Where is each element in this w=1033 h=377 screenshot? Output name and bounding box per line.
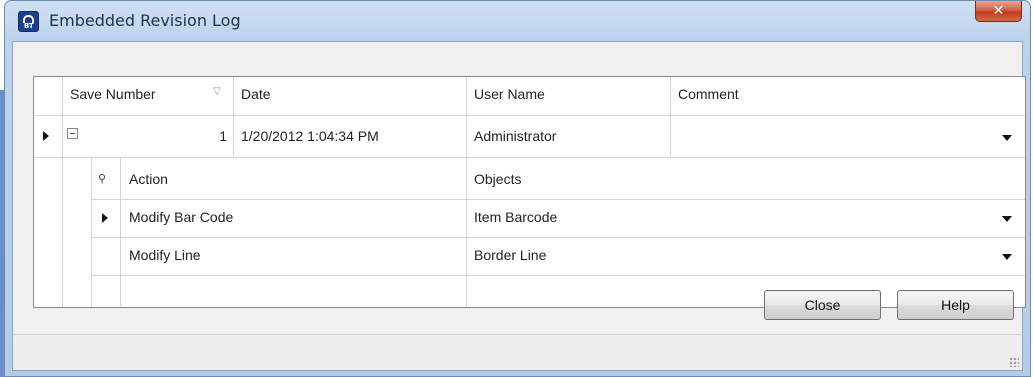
grid-divider xyxy=(91,158,92,307)
save-number-cell[interactable]: 1 xyxy=(184,128,231,144)
collapse-icon[interactable] xyxy=(67,128,78,139)
help-button[interactable]: Help xyxy=(897,290,1014,320)
window-title: Embedded Revision Log xyxy=(49,11,241,30)
objects-dropdown-icon[interactable] xyxy=(1002,216,1012,222)
grid-divider xyxy=(670,77,671,158)
grid-divider xyxy=(34,157,1025,158)
revision-grid: Save Number ▽ Date User Name Comment 1 1… xyxy=(33,76,1026,308)
column-header-save-number[interactable]: Save Number xyxy=(65,86,156,102)
grid-divider xyxy=(466,77,467,307)
search-icon[interactable]: ⚲ xyxy=(98,172,106,185)
objects-cell[interactable]: Item Barcode xyxy=(469,209,557,225)
grid-divider xyxy=(120,158,121,307)
status-bar xyxy=(13,334,1022,370)
grid-divider xyxy=(91,199,1025,200)
action-cell[interactable]: Modify Bar Code xyxy=(124,209,233,225)
grid-divider xyxy=(34,115,1025,116)
app-icon: BT xyxy=(18,11,39,32)
action-cell[interactable]: Modify Line xyxy=(124,247,201,263)
comment-dropdown-icon[interactable] xyxy=(1002,135,1012,141)
grid-divider xyxy=(91,275,1025,276)
close-window-button[interactable]: ✕ xyxy=(975,1,1022,22)
close-button[interactable]: Close xyxy=(764,290,881,320)
current-row-indicator-icon xyxy=(102,213,108,223)
objects-dropdown-icon[interactable] xyxy=(1002,254,1012,260)
current-row-indicator-icon xyxy=(43,131,49,141)
column-header-action[interactable]: Action xyxy=(124,171,168,187)
date-cell[interactable]: 1/20/2012 1:04:34 PM xyxy=(236,128,379,144)
column-header-user-name[interactable]: User Name xyxy=(469,86,545,102)
sort-icon[interactable]: ▽ xyxy=(213,86,221,97)
column-header-objects[interactable]: Objects xyxy=(469,171,522,187)
grid-divider xyxy=(91,237,1025,238)
title-bar[interactable]: BT Embedded Revision Log ✕ xyxy=(5,1,1030,41)
objects-cell[interactable]: Border Line xyxy=(469,247,546,263)
dialog-client-area: Save Number ▽ Date User Name Comment 1 1… xyxy=(12,41,1026,371)
user-name-cell[interactable]: Administrator xyxy=(469,128,556,144)
dialog-window: BT Embedded Revision Log ✕ Save Number ▽… xyxy=(4,0,1031,377)
column-header-comment[interactable]: Comment xyxy=(673,86,739,102)
resize-grip-icon[interactable] xyxy=(1009,357,1019,367)
column-header-date[interactable]: Date xyxy=(236,86,271,102)
grid-divider xyxy=(233,77,234,158)
grid-divider xyxy=(62,77,63,307)
